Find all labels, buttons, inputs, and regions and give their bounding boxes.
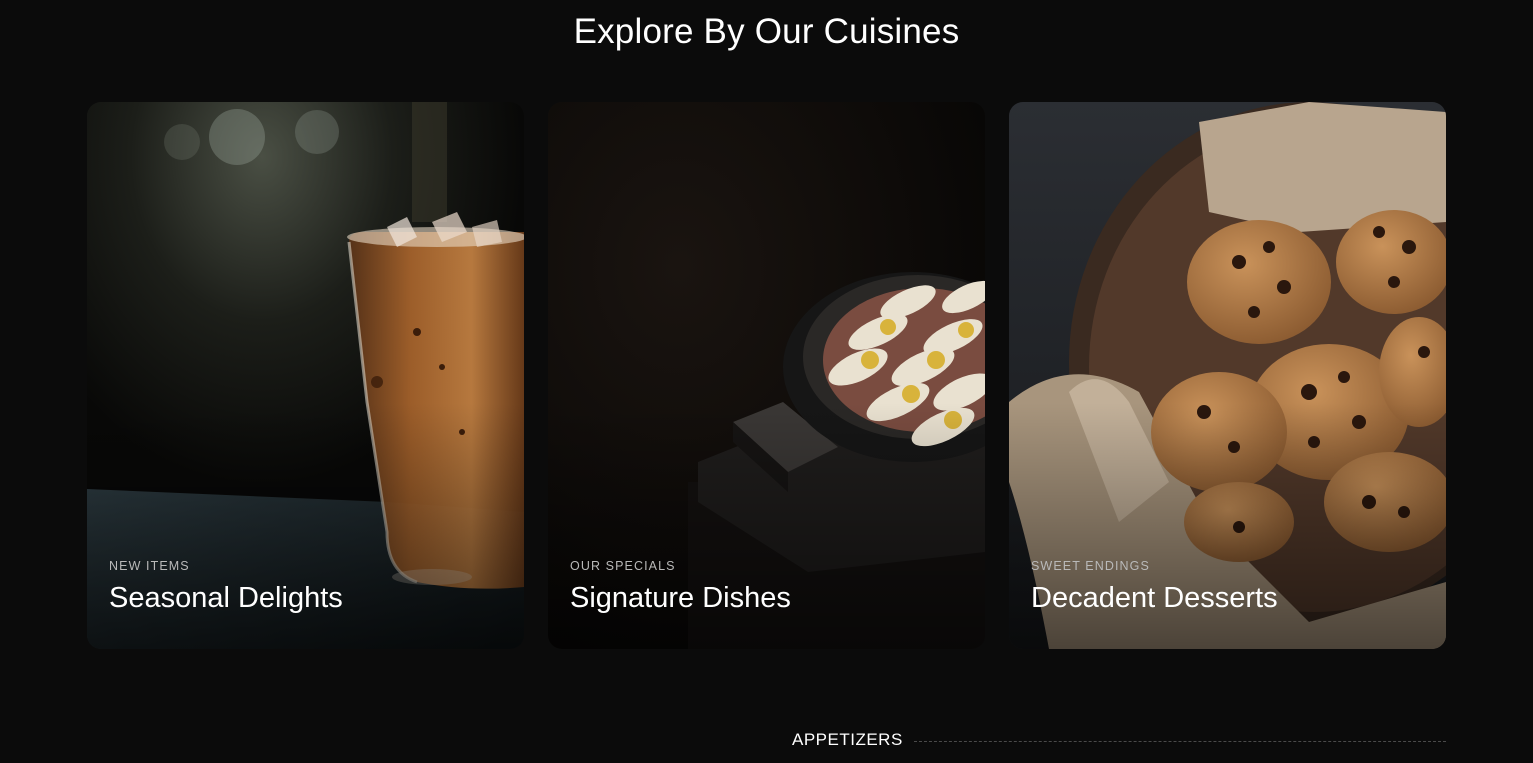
menu-category-heading: APPETIZERS <box>792 730 903 749</box>
card-eyebrow: NEW ITEMS <box>109 559 190 573</box>
card-title[interactable]: Signature Dishes <box>570 582 791 615</box>
card-title[interactable]: Seasonal Delights <box>109 582 343 615</box>
dashed-divider <box>914 741 1446 742</box>
cuisine-cards: NEW ITEMS Seasonal Delights OUR SPECIALS… <box>87 102 1446 649</box>
card-seasonal-delights[interactable]: NEW ITEMS Seasonal Delights <box>87 102 524 649</box>
card-signature-dishes[interactable]: OUR SPECIALS Signature Dishes <box>548 102 985 649</box>
card-title[interactable]: Decadent Desserts <box>1031 582 1278 615</box>
section-title: Explore By Our Cuisines <box>573 12 960 51</box>
card-decadent-desserts[interactable]: SWEET ENDINGS Decadent Desserts <box>1009 102 1446 649</box>
card-eyebrow: SWEET ENDINGS <box>1031 559 1150 573</box>
card-eyebrow: OUR SPECIALS <box>570 559 676 573</box>
